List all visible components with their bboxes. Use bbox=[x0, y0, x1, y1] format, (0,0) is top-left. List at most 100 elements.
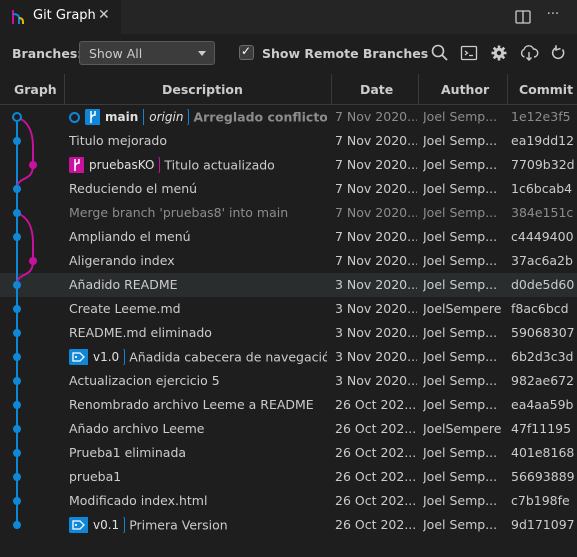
branch-icon bbox=[86, 109, 100, 125]
tab-git-graph[interactable]: Git Graph ✕ bbox=[0, 0, 122, 34]
commit-row[interactable]: Prueba1 eliminada 26 Oct 202... Joel Semp.… bbox=[0, 441, 577, 465]
refresh-icon[interactable] bbox=[548, 43, 568, 63]
commit-row[interactable]: pruebasKO Titulo actualizado 7 Nov 2020...… bbox=[0, 153, 577, 177]
show-remote-branches-checkbox[interactable]: ✓ bbox=[239, 44, 254, 60]
commit-row[interactable]: Añado archivo Leeme 26 Oct 202... JoelSemp… bbox=[0, 417, 577, 441]
commit-message: Añadido README bbox=[69, 277, 178, 292]
show-remote-branches-label[interactable]: Show Remote Branches bbox=[262, 46, 428, 61]
commit-hash: d0de5d60 bbox=[511, 277, 575, 292]
commit-date: 7 Nov 2020... bbox=[335, 133, 417, 148]
commit-message: prueba1 bbox=[69, 469, 122, 484]
commit-graph bbox=[12, 112, 37, 529]
branches-dropdown[interactable]: Show All bbox=[79, 41, 215, 65]
editor-tab-bar: Git Graph ✕ ··· bbox=[0, 0, 577, 34]
column-header-author[interactable]: Author bbox=[441, 82, 489, 97]
column-divider[interactable] bbox=[64, 74, 65, 104]
split-editor-icon[interactable] bbox=[513, 7, 533, 27]
settings-icon[interactable] bbox=[489, 43, 509, 63]
commit-row[interactable]: Merge branch 'pruebas8' into main 7 Nov 2… bbox=[0, 201, 577, 225]
commit-author: Joel Semp... bbox=[423, 181, 498, 196]
commit-date: 7 Nov 2020... bbox=[335, 109, 417, 124]
search-icon[interactable] bbox=[430, 43, 450, 63]
branch-label[interactable]: pruebasKO bbox=[69, 157, 161, 173]
terminal-icon[interactable] bbox=[459, 43, 479, 63]
tag-label[interactable]: v0.1 bbox=[69, 517, 126, 533]
commit-hash: 1e12e3f5 bbox=[511, 109, 571, 124]
column-divider[interactable] bbox=[331, 74, 332, 104]
column-header-date[interactable]: Date bbox=[360, 82, 393, 97]
commit-date: 26 Oct 202... bbox=[335, 445, 417, 460]
commit-row[interactable]: Actualizacion ejercicio 5 3 Nov 2020... Jo… bbox=[0, 369, 577, 393]
tag-icon bbox=[70, 349, 88, 365]
commit-row[interactable]: Create Leeme.md 3 Nov 2020... JoelSempere f… bbox=[0, 297, 577, 321]
commit-author: Joel Semp... bbox=[423, 493, 498, 508]
column-header-graph[interactable]: Graph bbox=[14, 82, 57, 97]
commit-description: Añadido README bbox=[69, 277, 327, 293]
commit-date: 3 Nov 2020... bbox=[335, 349, 417, 364]
commit-row[interactable]: prueba1 26 Oct 202... Joel Semp... 56693889 bbox=[0, 465, 577, 489]
commit-dot bbox=[13, 497, 21, 505]
tag-icon bbox=[70, 517, 88, 533]
commit-dot bbox=[13, 137, 21, 145]
commit-hash: 6b2d3c3d bbox=[511, 349, 574, 364]
commit-hash: 37ac6a2b bbox=[511, 253, 573, 268]
commit-dot bbox=[13, 521, 21, 529]
column-header-commit[interactable]: Commit bbox=[519, 82, 573, 97]
commit-dot bbox=[29, 257, 37, 265]
commit-date: 26 Oct 202... bbox=[335, 397, 417, 412]
commit-description: Reduciendo el menú bbox=[69, 181, 327, 197]
commit-row[interactable]: Añadido README 3 Nov 2020... Joel Semp... d… bbox=[0, 273, 577, 297]
commit-date: 7 Nov 2020... bbox=[335, 205, 417, 220]
commit-row[interactable]: Ampliando el menú 7 Nov 2020... Joel Semp.… bbox=[0, 225, 577, 249]
commit-date: 26 Oct 202... bbox=[335, 493, 417, 508]
column-divider[interactable] bbox=[418, 74, 419, 104]
commit-date: 26 Oct 202... bbox=[335, 469, 417, 484]
commit-row[interactable]: Titulo mejorado 7 Nov 2020... Joel Semp...… bbox=[0, 129, 577, 153]
commit-message: Reduciendo el menú bbox=[69, 181, 198, 196]
commit-dot bbox=[13, 449, 21, 457]
commit-hash: ea4aa59b bbox=[511, 397, 574, 412]
table-header: Graph Description Date Author Commit bbox=[0, 74, 577, 105]
commit-message: Prueba1 eliminada bbox=[69, 445, 187, 460]
tag-label[interactable]: v1.0 bbox=[69, 349, 126, 365]
commit-message: Arreglado conflicto ... bbox=[193, 109, 327, 125]
commit-hash: 56693889 bbox=[511, 469, 575, 484]
commit-dot bbox=[13, 185, 21, 193]
commit-description: README.md eliminado bbox=[69, 325, 327, 341]
commit-date: 3 Nov 2020... bbox=[335, 301, 417, 316]
commit-author: Joel Semp... bbox=[423, 277, 498, 292]
commit-date: 3 Nov 2020... bbox=[335, 325, 417, 340]
commit-row[interactable]: Aligerando index 7 Nov 2020... Joel Semp..… bbox=[0, 249, 577, 273]
commit-date: 26 Oct 202... bbox=[335, 517, 417, 532]
commit-description: Actualizacion ejercicio 5 bbox=[69, 373, 327, 389]
commit-description: Create Leeme.md bbox=[69, 301, 327, 317]
commit-row[interactable]: v1.0 Añadida cabecera de navegación 3 Nov … bbox=[0, 345, 577, 369]
commit-date: 3 Nov 2020... bbox=[335, 277, 417, 292]
commit-row[interactable]: README.md eliminado 3 Nov 2020... Joel Sem… bbox=[0, 321, 577, 345]
commit-row[interactable]: main origin Arreglado conflicto ... 7 Nov 2… bbox=[0, 105, 577, 129]
commit-hash: 9d171097 bbox=[511, 517, 575, 532]
commit-row[interactable]: Modificado index.html 26 Oct 202... Joel S… bbox=[0, 489, 577, 513]
commit-description: Merge branch 'pruebas8' into main bbox=[69, 205, 327, 221]
branch-icon bbox=[70, 157, 84, 173]
commit-dot bbox=[13, 473, 21, 481]
commit-row[interactable]: Reduciendo el menú 7 Nov 2020... Joel Semp… bbox=[0, 177, 577, 201]
close-icon[interactable]: ✕ bbox=[98, 7, 110, 23]
more-actions-icon[interactable]: ··· bbox=[543, 5, 563, 25]
commit-message: Titulo mejorado bbox=[69, 133, 168, 148]
branch-label[interactable]: main origin bbox=[85, 109, 190, 125]
commit-author: Joel Semp... bbox=[423, 253, 498, 268]
remote-name: origin bbox=[143, 109, 188, 125]
column-divider[interactable] bbox=[507, 74, 508, 104]
commit-author: JoelSempere bbox=[423, 421, 502, 436]
commit-hash: 384e151c bbox=[511, 205, 574, 220]
commit-row[interactable]: v0.1 Primera Version 26 Oct 202... Joel Sem… bbox=[0, 513, 577, 537]
tab-title: Git Graph bbox=[33, 8, 96, 23]
commit-author: Joel Semp... bbox=[423, 325, 498, 340]
commit-row[interactable]: Renombrado archivo Leeme a README 26 Oct … bbox=[0, 393, 577, 417]
commit-dot bbox=[13, 233, 21, 241]
column-header-description[interactable]: Description bbox=[162, 82, 243, 97]
commit-message: Ampliando el menú bbox=[69, 229, 191, 244]
commit-author: Joel Semp... bbox=[423, 373, 498, 388]
fetch-icon[interactable] bbox=[519, 43, 539, 63]
